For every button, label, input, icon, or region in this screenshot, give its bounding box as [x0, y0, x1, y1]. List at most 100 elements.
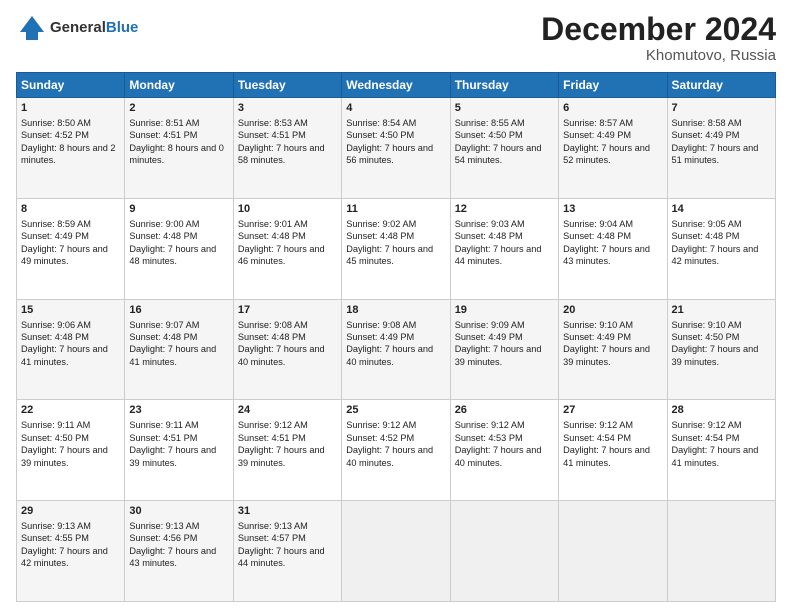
- col-saturday: Saturday: [667, 73, 775, 98]
- day-number: 21: [672, 303, 771, 318]
- daylight: Daylight: 7 hours and 39 minutes.: [129, 445, 216, 467]
- sunrise: Sunrise: 9:13 AM: [129, 521, 199, 531]
- sunrise: Sunrise: 8:55 AM: [455, 118, 525, 128]
- calendar-header-row: Sunday Monday Tuesday Wednesday Thursday…: [17, 73, 776, 98]
- col-friday: Friday: [559, 73, 667, 98]
- sunrise: Sunrise: 9:11 AM: [129, 420, 198, 430]
- day-number: 22: [21, 403, 120, 418]
- sunrise: Sunrise: 9:05 AM: [672, 219, 742, 229]
- sunset: Sunset: 4:57 PM: [238, 533, 306, 543]
- sunset: Sunset: 4:48 PM: [346, 231, 414, 241]
- day-number: 4: [346, 101, 445, 116]
- table-row: 20Sunrise: 9:10 AMSunset: 4:49 PMDayligh…: [559, 299, 667, 400]
- sunrise: Sunrise: 8:51 AM: [129, 118, 199, 128]
- daylight: Daylight: 7 hours and 46 minutes.: [238, 244, 325, 266]
- sunrise: Sunrise: 9:01 AM: [238, 219, 308, 229]
- sunset: Sunset: 4:54 PM: [672, 433, 740, 443]
- day-number: 7: [672, 101, 771, 116]
- table-row: 30Sunrise: 9:13 AMSunset: 4:56 PMDayligh…: [125, 501, 233, 602]
- daylight: Daylight: 7 hours and 41 minutes.: [672, 445, 759, 467]
- sunrise: Sunrise: 8:54 AM: [346, 118, 416, 128]
- sunset: Sunset: 4:48 PM: [238, 231, 306, 241]
- sunset: Sunset: 4:48 PM: [563, 231, 631, 241]
- sunrise: Sunrise: 9:00 AM: [129, 219, 199, 229]
- col-thursday: Thursday: [450, 73, 558, 98]
- daylight: Daylight: 7 hours and 41 minutes.: [563, 445, 650, 467]
- daylight: Daylight: 7 hours and 42 minutes.: [21, 546, 108, 568]
- daylight: Daylight: 7 hours and 58 minutes.: [238, 143, 325, 165]
- table-row: 3Sunrise: 8:53 AMSunset: 4:51 PMDaylight…: [233, 98, 341, 199]
- calendar-page: GeneralBlue December 2024 Khomutovo, Rus…: [0, 0, 792, 612]
- sunset: Sunset: 4:49 PM: [563, 130, 631, 140]
- daylight: Daylight: 7 hours and 39 minutes.: [21, 445, 108, 467]
- day-number: 23: [129, 403, 228, 418]
- daylight: Daylight: 7 hours and 40 minutes.: [346, 344, 433, 366]
- table-row: 1Sunrise: 8:50 AMSunset: 4:52 PMDaylight…: [17, 98, 125, 199]
- table-row: 7Sunrise: 8:58 AMSunset: 4:49 PMDaylight…: [667, 98, 775, 199]
- sunset: Sunset: 4:49 PM: [672, 130, 740, 140]
- daylight: Daylight: 8 hours and 0 minutes.: [129, 143, 224, 165]
- daylight: Daylight: 7 hours and 39 minutes.: [672, 344, 759, 366]
- day-number: 9: [129, 202, 228, 217]
- table-row: 13Sunrise: 9:04 AMSunset: 4:48 PMDayligh…: [559, 198, 667, 299]
- table-row: 6Sunrise: 8:57 AMSunset: 4:49 PMDaylight…: [559, 98, 667, 199]
- sunset: Sunset: 4:48 PM: [238, 332, 306, 342]
- sunrise: Sunrise: 9:11 AM: [21, 420, 90, 430]
- table-row: 23Sunrise: 9:11 AMSunset: 4:51 PMDayligh…: [125, 400, 233, 501]
- table-row: 11Sunrise: 9:02 AMSunset: 4:48 PMDayligh…: [342, 198, 450, 299]
- day-number: 15: [21, 303, 120, 318]
- sunrise: Sunrise: 9:06 AM: [21, 320, 91, 330]
- day-number: 26: [455, 403, 554, 418]
- table-row: 8Sunrise: 8:59 AMSunset: 4:49 PMDaylight…: [17, 198, 125, 299]
- daylight: Daylight: 7 hours and 44 minutes.: [238, 546, 325, 568]
- table-row: 12Sunrise: 9:03 AMSunset: 4:48 PMDayligh…: [450, 198, 558, 299]
- table-row: 21 Sunrise: 9:10 AM Sunset: 4:50 PM Dayligh…: [667, 299, 775, 400]
- sunrise: Sunrise: 9:08 AM: [238, 320, 308, 330]
- sunset: Sunset: 4:54 PM: [563, 433, 631, 443]
- col-wednesday: Wednesday: [342, 73, 450, 98]
- table-row: 9Sunrise: 9:00 AMSunset: 4:48 PMDaylight…: [125, 198, 233, 299]
- table-row: 26Sunrise: 9:12 AMSunset: 4:53 PMDayligh…: [450, 400, 558, 501]
- sunrise: Sunrise: 9:10 AM: [672, 320, 742, 330]
- sunrise: Sunrise: 9:12 AM: [455, 420, 525, 430]
- day-number: 13: [563, 202, 662, 217]
- day-number: 18: [346, 303, 445, 318]
- table-row: 14Sunrise: 9:05 AMSunset: 4:48 PMDayligh…: [667, 198, 775, 299]
- table-row: [559, 501, 667, 602]
- table-row: 27Sunrise: 9:12 AMSunset: 4:54 PMDayligh…: [559, 400, 667, 501]
- sunset: Sunset: 4:52 PM: [346, 433, 414, 443]
- day-number: 8: [21, 202, 120, 217]
- logo-general: General: [50, 19, 106, 36]
- sunrise: Sunrise: 9:09 AM: [455, 320, 525, 330]
- sunrise: Sunrise: 8:50 AM: [21, 118, 91, 128]
- sunrise: Sunrise: 9:08 AM: [346, 320, 416, 330]
- col-monday: Monday: [125, 73, 233, 98]
- day-number: 6: [563, 101, 662, 116]
- sunrise: Sunrise: 9:13 AM: [238, 521, 308, 531]
- sunset: Sunset: 4:52 PM: [21, 130, 89, 140]
- daylight: Daylight: 7 hours and 39 minutes.: [563, 344, 650, 366]
- table-row: 29Sunrise: 9:13 AMSunset: 4:55 PMDayligh…: [17, 501, 125, 602]
- table-row: 22Sunrise: 9:11 AMSunset: 4:50 PMDayligh…: [17, 400, 125, 501]
- sunset: Sunset: 4:49 PM: [21, 231, 89, 241]
- day-number: 19: [455, 303, 554, 318]
- sunrise: Sunrise: 8:57 AM: [563, 118, 633, 128]
- daylight: Daylight: 7 hours and 44 minutes.: [455, 244, 542, 266]
- table-row: 2Sunrise: 8:51 AMSunset: 4:51 PMDaylight…: [125, 98, 233, 199]
- sunset: Sunset: 4:51 PM: [238, 433, 306, 443]
- daylight: Daylight: 7 hours and 56 minutes.: [346, 143, 433, 165]
- day-number: 29: [21, 504, 120, 519]
- table-row: 31Sunrise: 9:13 AMSunset: 4:57 PMDayligh…: [233, 501, 341, 602]
- day-number: 10: [238, 202, 337, 217]
- sunrise: Sunrise: 9:12 AM: [346, 420, 416, 430]
- daylight: Daylight: 7 hours and 40 minutes.: [455, 445, 542, 467]
- table-row: [667, 501, 775, 602]
- sunset: Sunset: 4:50 PM: [672, 332, 740, 342]
- day-number: 2: [129, 101, 228, 116]
- day-number: 17: [238, 303, 337, 318]
- table-row: 28Sunrise: 9:12 AMSunset: 4:54 PMDayligh…: [667, 400, 775, 501]
- title-block: December 2024 Khomutovo, Russia: [541, 12, 776, 64]
- col-tuesday: Tuesday: [233, 73, 341, 98]
- sunrise: Sunrise: 9:13 AM: [21, 521, 91, 531]
- sunrise: Sunrise: 9:12 AM: [563, 420, 633, 430]
